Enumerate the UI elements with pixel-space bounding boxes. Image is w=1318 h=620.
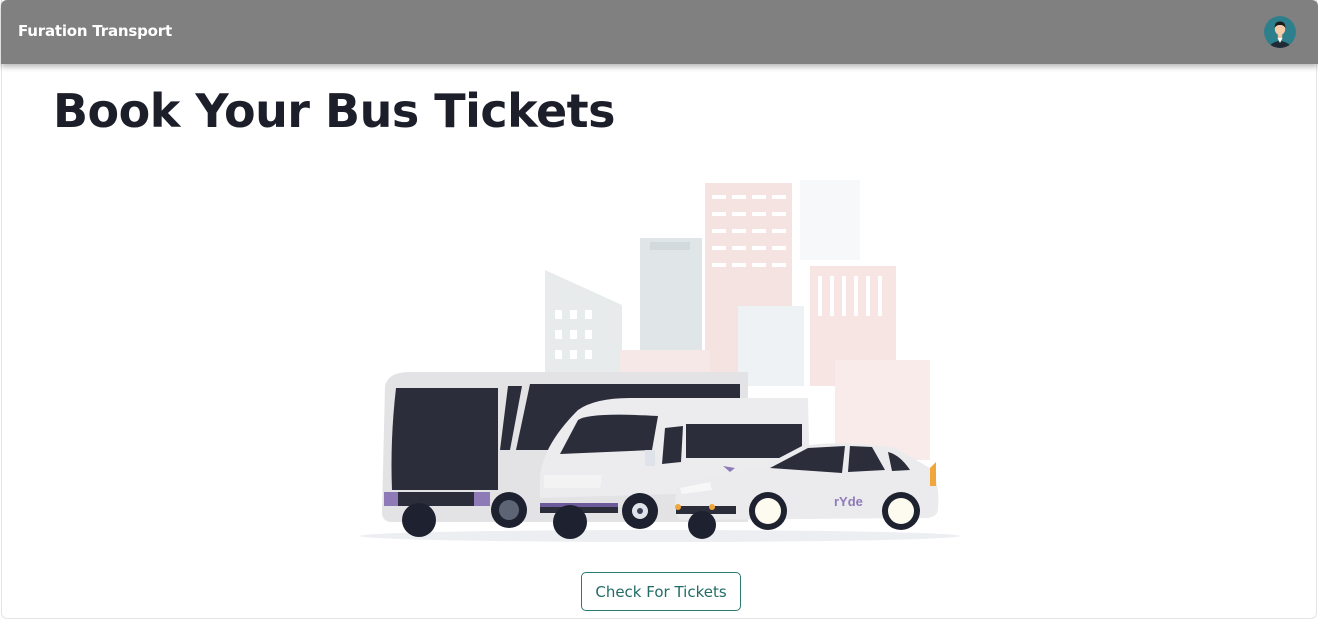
brand-name[interactable]: Furation Transport xyxy=(18,22,172,40)
page-title: Book Your Bus Tickets xyxy=(53,84,616,138)
navbar: Furation Transport xyxy=(1,0,1318,64)
vehicle-brand-text: rYde xyxy=(834,494,863,509)
user-avatar-icon[interactable] xyxy=(1264,16,1296,48)
vehicles-city-illustration: rYde xyxy=(340,150,980,550)
check-tickets-button[interactable]: Check For Tickets xyxy=(581,572,741,611)
